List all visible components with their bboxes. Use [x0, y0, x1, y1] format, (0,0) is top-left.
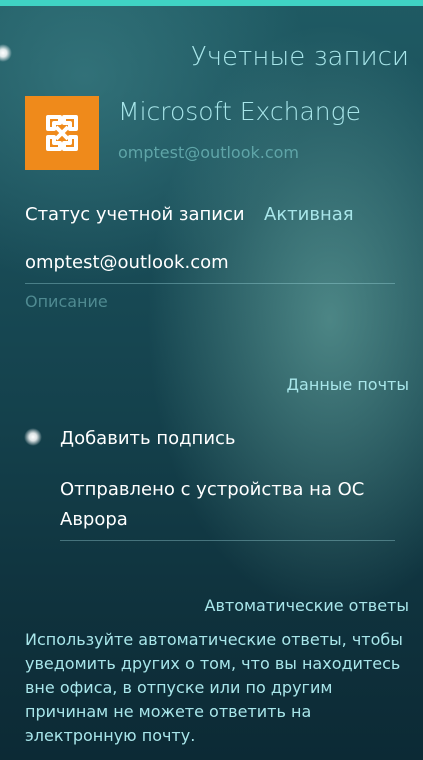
auto-replies-section-header: Автоматические ответы: [204, 596, 410, 615]
pulley-menu-indicator[interactable]: [0, 44, 12, 62]
page-title: Учетные записи: [190, 42, 409, 72]
account-email: omptest@outlook.com: [118, 143, 300, 162]
auto-replies-description: Используйте автоматические ответы, чтобы…: [25, 630, 403, 745]
mail-data-section-header: Данные почты: [286, 375, 409, 394]
signature-switch-indicator[interactable]: [24, 428, 42, 446]
account-status-label: Статус учетной записи: [25, 204, 245, 225]
description-field[interactable]: Описание: [25, 292, 108, 311]
username-field[interactable]: omptest@outlook.com: [25, 252, 229, 273]
top-accent-bar: [0, 0, 423, 6]
signature-text-field[interactable]: Отправлено с устройства на ОС Аврора: [60, 475, 400, 535]
username-field-underline: [25, 283, 395, 284]
account-provider-name: Microsoft Exchange: [118, 97, 362, 126]
exchange-logo-icon: [25, 96, 99, 170]
add-signature-switch[interactable]: Добавить подпись: [60, 428, 236, 449]
account-status-value[interactable]: Активная: [264, 204, 354, 225]
signature-field-underline: [60, 540, 395, 541]
